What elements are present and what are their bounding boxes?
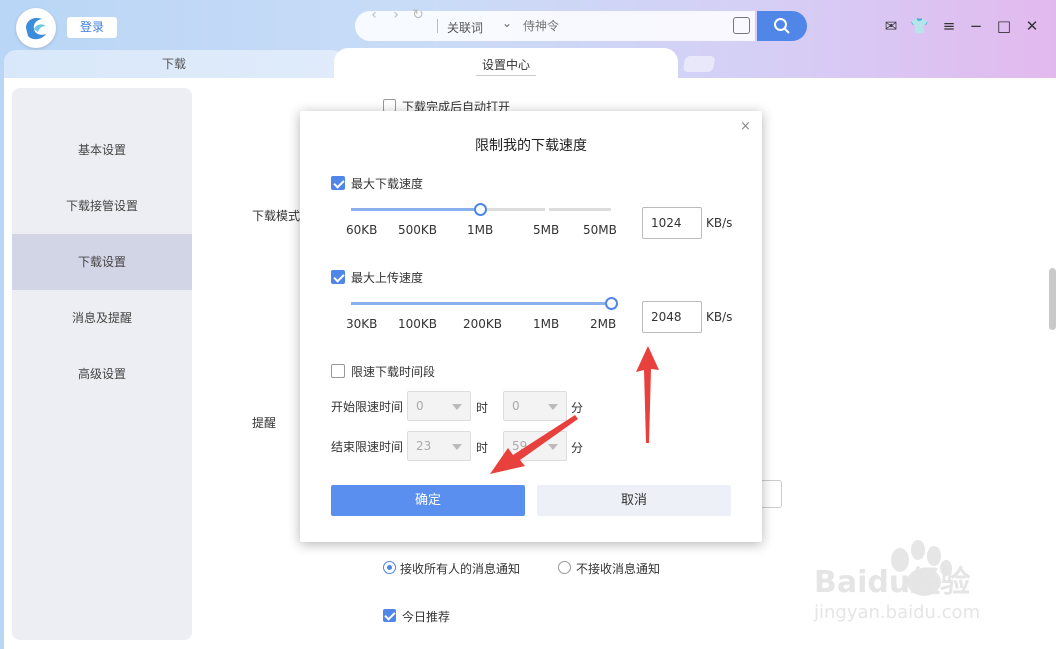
baidu-jingyan-watermark: Baidu经验 jingyan.baidu.com — [813, 540, 980, 623]
annotation-arrow-up-icon — [636, 346, 659, 443]
annotation-arrow-down-icon — [490, 415, 578, 474]
watermark-url: jingyan.baidu.com — [813, 602, 980, 623]
watermark-brand: Baidu经验 — [814, 565, 970, 600]
